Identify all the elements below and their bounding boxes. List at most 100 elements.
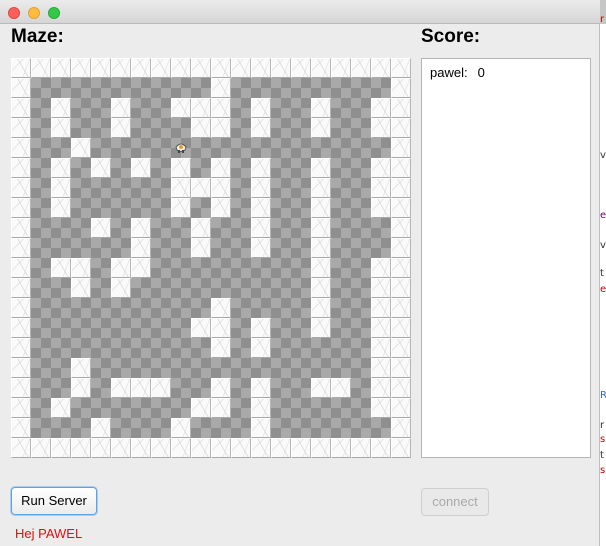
background-glyph: r (600, 420, 605, 431)
maze-grid[interactable] (11, 58, 411, 458)
wall-tile (351, 438, 371, 458)
background-glyph: s (600, 434, 606, 445)
wall-tile (131, 438, 151, 458)
score-list[interactable]: pawel: 0 (421, 58, 591, 458)
wall-tile (251, 418, 271, 438)
wall-tile (91, 158, 111, 178)
wall-tile (311, 238, 331, 258)
wall-tile (391, 98, 411, 118)
wall-tile (91, 438, 111, 458)
wall-tile (71, 278, 91, 298)
wall-tile (171, 438, 191, 458)
player-sprite-icon (171, 138, 191, 158)
wall-tile (251, 58, 271, 78)
wall-tile (191, 238, 211, 258)
wall-tile (371, 58, 391, 78)
background-glyph: r (600, 14, 605, 25)
wall-tile (191, 318, 211, 338)
wall-tile (71, 138, 91, 158)
wall-tile (191, 58, 211, 78)
background-glyph: R (600, 390, 606, 401)
wall-tile (231, 438, 251, 458)
wall-tile (51, 118, 71, 138)
wall-tile (251, 178, 271, 198)
wall-tile (51, 158, 71, 178)
wall-tile (11, 398, 31, 418)
wall-tile (11, 358, 31, 378)
wall-tile (171, 178, 191, 198)
wall-tile (31, 438, 51, 458)
wall-tile (111, 258, 131, 278)
wall-tile (211, 98, 231, 118)
wall-tile (371, 438, 391, 458)
wall-tile (171, 58, 191, 78)
wall-tile (11, 78, 31, 98)
wall-tile (151, 58, 171, 78)
wall-tile (171, 158, 191, 178)
wall-tile (391, 378, 411, 398)
wall-tile (51, 178, 71, 198)
wall-tile (71, 378, 91, 398)
wall-tile (191, 218, 211, 238)
wall-tile (211, 438, 231, 458)
wall-tile (311, 258, 331, 278)
wall-tile (331, 378, 351, 398)
run-server-button[interactable]: Run Server (11, 487, 97, 515)
wall-tile (31, 58, 51, 78)
wall-tile (371, 318, 391, 338)
minimize-window-button[interactable] (28, 7, 40, 19)
wall-tile (91, 418, 111, 438)
wall-tile (251, 158, 271, 178)
wall-tile (51, 438, 71, 458)
score-points: 0 (477, 65, 485, 80)
connect-button[interactable]: connect (421, 488, 489, 516)
title-bar[interactable] (0, 0, 600, 24)
wall-tile (51, 58, 71, 78)
wall-tile (111, 378, 131, 398)
wall-tile (151, 438, 171, 458)
wall-tile (191, 398, 211, 418)
wall-tile (391, 198, 411, 218)
wall-tile (171, 98, 191, 118)
wall-tile (311, 158, 331, 178)
wall-tile (371, 278, 391, 298)
wall-tile (391, 158, 411, 178)
close-window-button[interactable] (8, 7, 20, 19)
wall-tile (11, 438, 31, 458)
wall-tile (371, 358, 391, 378)
wall-tile (211, 198, 231, 218)
wall-tile (391, 238, 411, 258)
wall-tile (171, 418, 191, 438)
wall-tile (11, 58, 31, 78)
background-glyph: v (600, 240, 606, 251)
wall-tile (11, 418, 31, 438)
wall-tile (391, 78, 411, 98)
wall-tile (391, 58, 411, 78)
wall-tile (111, 278, 131, 298)
wall-tile (371, 158, 391, 178)
wall-tile (111, 438, 131, 458)
maze-heading: Maze: (11, 26, 64, 47)
wall-tile (211, 118, 231, 138)
background-glyph: s (600, 465, 606, 476)
wall-tile (11, 118, 31, 138)
app-window: Maze: Score: pawel: 0 Run Server connect … (0, 0, 600, 546)
score-entry: pawel: 0 (430, 65, 485, 80)
wall-tile (311, 98, 331, 118)
background-glyph: t (600, 450, 604, 461)
maximize-window-button[interactable] (48, 7, 60, 19)
wall-tile (51, 258, 71, 278)
wall-tile (311, 318, 331, 338)
wall-tile (351, 58, 371, 78)
wall-tile (131, 238, 151, 258)
wall-tile (371, 178, 391, 198)
wall-tile (291, 58, 311, 78)
wall-tile (211, 398, 231, 418)
wall-tile (311, 298, 331, 318)
wall-tile (391, 138, 411, 158)
background-glyph: t (600, 268, 604, 279)
wall-tile (251, 378, 271, 398)
wall-tile (391, 338, 411, 358)
wall-tile (211, 158, 231, 178)
wall-tile (251, 438, 271, 458)
